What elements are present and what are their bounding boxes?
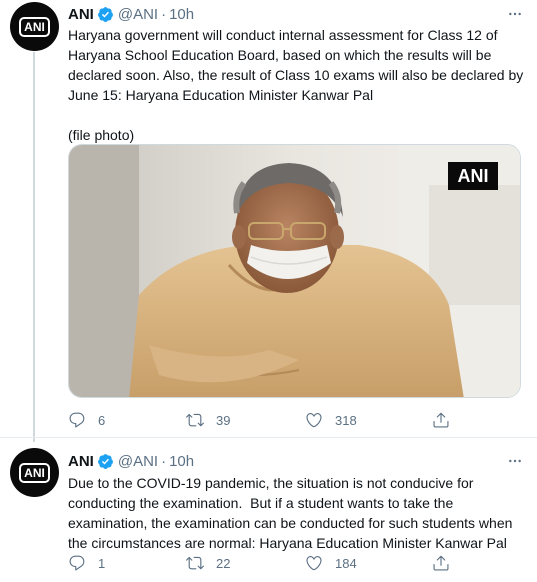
tweet-photo[interactable]: ANI (68, 144, 521, 398)
share-button[interactable] (432, 411, 450, 429)
retweet-button[interactable]: 39 (186, 411, 230, 429)
author-handle[interactable]: @ANI (118, 6, 158, 23)
ani-watermark: ANI (448, 162, 498, 190)
like-icon (306, 413, 322, 428)
avatar[interactable]: ANI (10, 2, 59, 51)
retweet-button[interactable]: 22 (186, 554, 230, 572)
timestamp[interactable]: 10h (169, 6, 194, 23)
reply-count: 1 (98, 555, 106, 571)
reply-button[interactable]: 6 (68, 411, 105, 429)
avatar-logo-text: ANI (24, 465, 45, 480)
ani-logo: ANI (19, 462, 50, 483)
retweet-icon (186, 413, 204, 427)
tweet-actions: 1 22 184 (68, 552, 468, 574)
more-options-icon[interactable] (505, 451, 525, 471)
reply-icon (69, 412, 85, 428)
author-name[interactable]: ANI (68, 6, 94, 23)
like-icon (306, 556, 322, 571)
retweet-count: 39 (216, 412, 231, 428)
tweet-header: ANI @ANI · 10h (68, 450, 194, 472)
author-name[interactable]: ANI (68, 453, 94, 470)
thread-connector-line (33, 52, 35, 442)
share-icon (433, 555, 449, 571)
reply-icon (69, 555, 85, 571)
tweet[interactable]: ANI ANI @ANI · 10h Haryana government wi… (0, 0, 537, 442)
avatar-logo-text: ANI (24, 19, 45, 34)
ani-logo: ANI (19, 16, 50, 37)
retweet-icon (186, 556, 204, 570)
tweet-actions: 6 39 318 (68, 409, 468, 431)
author-handle[interactable]: @ANI (118, 453, 158, 470)
tweet-text: Haryana government will conduct internal… (68, 27, 524, 143)
verified-badge-icon (97, 453, 113, 469)
like-button[interactable]: 184 (305, 554, 357, 572)
tweet-text: Due to the COVID-19 pandemic, the situat… (68, 475, 517, 551)
retweet-count: 22 (216, 555, 231, 571)
like-button[interactable]: 318 (305, 411, 357, 429)
verified-badge-icon (97, 6, 113, 22)
separator-dot: · (161, 452, 167, 470)
share-button[interactable] (432, 554, 450, 572)
more-options-icon[interactable] (505, 4, 525, 24)
timestamp[interactable]: 10h (169, 453, 194, 470)
reply-button[interactable]: 1 (68, 554, 105, 572)
like-count: 184 (335, 555, 357, 571)
tweet-header: ANI @ANI · 10h (68, 3, 194, 25)
separator-dot: · (161, 5, 167, 23)
tweet[interactable]: ANI ANI @ANI · 10h Due to the COVID-19 p… (0, 437, 537, 582)
avatar[interactable]: ANI (10, 448, 59, 497)
like-count: 318 (335, 412, 357, 428)
reply-count: 6 (98, 412, 106, 428)
share-icon (433, 412, 449, 428)
